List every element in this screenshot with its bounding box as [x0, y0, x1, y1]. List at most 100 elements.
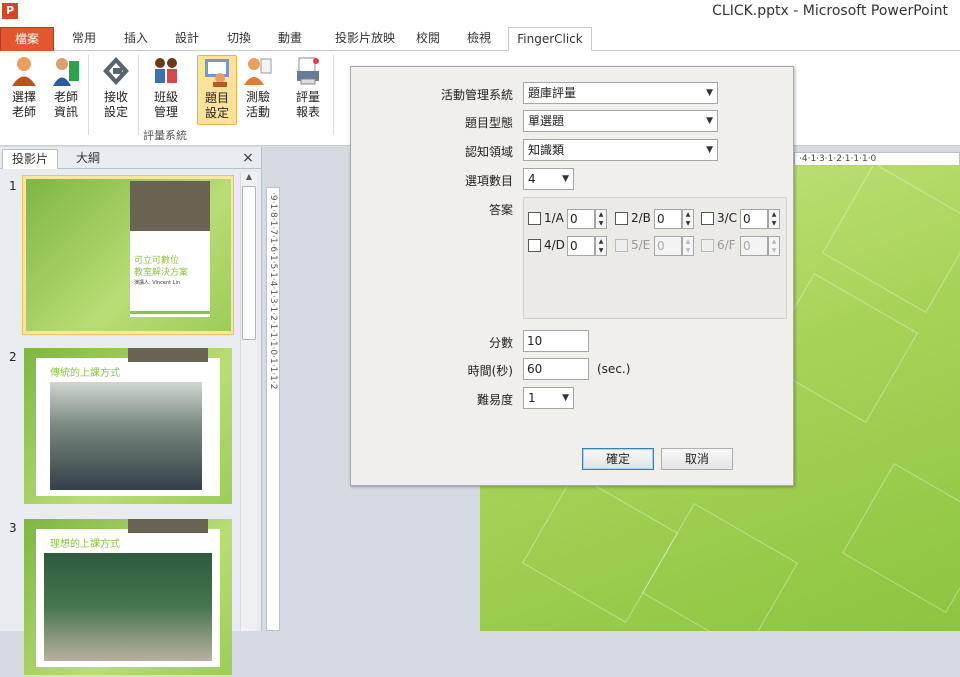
report-button[interactable]: 評量 報表 [288, 55, 328, 125]
quiz-activity-button[interactable]: 測驗 活動 [238, 55, 278, 125]
score-input[interactable]: 10 [523, 330, 589, 352]
tab-outline[interactable]: 大綱 [60, 149, 116, 169]
answer-options-box: 1/A 0 ▲ ▼ 2/B 0 ▲ ▼ 3/C 0 ▲ ▼ 4/D 0 ▲ ▼ 5/E … [523, 197, 787, 319]
spin-arrows-icon[interactable]: ▲ ▼ [595, 236, 607, 256]
scroll-up-icon[interactable]: ▲ [241, 172, 257, 181]
tab-home[interactable]: 常用 [62, 27, 106, 51]
slide-1-preview: 可立可數位 教室解決方案 演講人: Vincent Lin [26, 179, 231, 331]
slide-2-tab-block [128, 348, 208, 362]
spin-arrows-icon[interactable]: ▲ ▼ [682, 209, 694, 229]
chevron-down-icon: ▼ [562, 393, 569, 403]
class-management-button[interactable]: 班級 管理 [146, 55, 186, 125]
answer-option-label: 4/D [544, 238, 565, 252]
tab-insert[interactable]: 插入 [114, 27, 158, 51]
slide-thumbnail-3[interactable]: 理想的上課方式 [22, 517, 234, 677]
time-input[interactable]: 60 [523, 358, 589, 380]
select-teacher-button[interactable]: 選擇 老師 [4, 55, 44, 125]
answer-option-3c: 3/C 0 ▲ ▼ [701, 209, 783, 229]
slides-panel: 投影片 大綱 × 1 可立可數位 教室解決方案 演講人: Vincent Lin… [0, 147, 262, 675]
spin-arrows-icon: ▲ ▼ [682, 236, 694, 256]
tab-review[interactable]: 校閱 [406, 27, 450, 51]
vertical-ruler: ·9·1·8·1·7·1·6·1·5·1·4·1·3·1·2·1·1·1·0·1… [266, 187, 280, 631]
class-management-label-2: 管理 [153, 105, 178, 119]
answer-checkbox-4d[interactable] [528, 239, 541, 252]
report-icon [297, 57, 319, 85]
receiver-settings-button[interactable]: 接收 設定 [96, 55, 136, 125]
quiz-activity-label-2: 活動 [245, 105, 270, 119]
question-settings-label-1: 題目 [204, 91, 229, 105]
tab-transitions[interactable]: 切換 [217, 27, 261, 51]
answer-option-2b: 2/B 0 ▲ ▼ [615, 209, 697, 229]
background-hexagon [842, 462, 960, 614]
ok-button[interactable]: 確定 [582, 448, 654, 470]
answer-option-label: 1/A [544, 211, 564, 225]
slides-scrollbar[interactable]: ▲ [240, 172, 257, 631]
activity-system-label: 活動管理系統 [440, 88, 513, 102]
difficulty-select[interactable]: 1 ▼ [523, 387, 574, 409]
ribbon-separator [333, 55, 334, 135]
report-label-2: 報表 [295, 105, 320, 119]
activity-system-select[interactable]: 題庫評量 ▼ [523, 82, 718, 104]
tab-view[interactable]: 檢視 [457, 27, 501, 51]
answer-weight-input[interactable]: 0 [654, 209, 682, 229]
option-count-select[interactable]: 4 ▼ [523, 168, 574, 190]
option-count-value: 4 [528, 172, 536, 186]
tab-slides[interactable]: 投影片 [2, 149, 58, 169]
answer-weight-input[interactable]: 0 [740, 209, 768, 229]
quiz-activity-label-1: 測驗 [245, 90, 270, 104]
receiver-settings-label-2: 設定 [103, 105, 128, 119]
answer-checkbox-5e [615, 239, 628, 252]
spin-arrows-icon[interactable]: ▲ ▼ [768, 209, 780, 229]
answer-checkbox-6f [701, 239, 714, 252]
slide-1-author: 演講人: Vincent Lin [134, 280, 181, 286]
slide-thumbnail-2[interactable]: 傳統的上課方式 [22, 346, 234, 506]
answer-checkbox-1a[interactable] [528, 212, 541, 225]
chevron-down-icon: ▼ [562, 174, 569, 184]
answer-weight-input[interactable]: 0 [567, 209, 595, 229]
answer-checkbox-3c[interactable] [701, 212, 714, 225]
tab-fingerclick[interactable]: FingerClick [508, 27, 592, 52]
answer-checkbox-2b[interactable] [615, 212, 628, 225]
title-bar: P CLICK.pptx - Microsoft PowerPoint [0, 0, 960, 24]
close-panel-icon[interactable]: × [240, 149, 256, 169]
tab-design[interactable]: 設計 [165, 27, 209, 51]
cognitive-domain-value: 知識類 [528, 143, 565, 157]
question-type-select[interactable]: 單選題 ▼ [523, 110, 718, 132]
teacher-info-button[interactable]: 老師 資訊 [46, 55, 86, 125]
slide-number: 2 [9, 350, 17, 364]
select-teacher-label-2: 老師 [11, 105, 36, 119]
answer-weight-input[interactable]: 0 [567, 236, 595, 256]
cancel-button[interactable]: 取消 [661, 448, 733, 470]
answer-option-4d: 4/D 0 ▲ ▼ [528, 236, 610, 256]
question-type-label: 題目型態 [464, 116, 513, 130]
person-icon [12, 57, 36, 86]
spin-arrows-icon[interactable]: ▲ ▼ [595, 209, 607, 229]
teacher-info-label-2: 資訊 [53, 105, 78, 119]
panel-tabs: 投影片 大綱 × [0, 149, 262, 169]
option-count-label: 選項數目 [464, 174, 513, 188]
scroll-thumb[interactable] [242, 186, 256, 340]
tab-animations[interactable]: 動畫 [268, 27, 312, 51]
slide-1-content-block: 可立可數位 教室解決方案 演講人: Vincent Lin [130, 231, 210, 317]
cognitive-domain-select[interactable]: 知識類 ▼ [523, 139, 718, 161]
difficulty-value: 1 [528, 391, 536, 405]
answer-option-label: 6/F [717, 238, 736, 252]
receiver-settings-label-1: 接收 [103, 90, 128, 104]
receiver-settings-icon [103, 57, 129, 85]
slide-3-title: 理想的上課方式 [50, 539, 120, 550]
spin-arrows-icon: ▲ ▼ [768, 236, 780, 256]
slide-thumbnail-1[interactable]: 可立可數位 教室解決方案 演講人: Vincent Lin [22, 175, 234, 335]
question-settings-button[interactable]: 題目 設定 [197, 55, 237, 125]
slide-2-frame: 傳統的上課方式 [36, 358, 220, 496]
chevron-down-icon: ▼ [706, 145, 713, 155]
answer-weight-input: 0 [654, 236, 682, 256]
tab-file[interactable]: 檔案 [0, 27, 54, 51]
score-label: 分數 [488, 336, 513, 350]
chevron-down-icon: ▼ [706, 116, 713, 126]
ribbon-separator [138, 55, 139, 135]
horizontal-ruler: ·4·1·3·1·2·1·1·1·0 [794, 152, 960, 166]
tab-slideshow[interactable]: 投影片放映 [323, 27, 407, 51]
window-title: CLICK.pptx - Microsoft PowerPoint [712, 3, 948, 19]
class-management-label-1: 班級 [153, 90, 178, 104]
powerpoint-app-icon[interactable]: P [2, 3, 18, 19]
